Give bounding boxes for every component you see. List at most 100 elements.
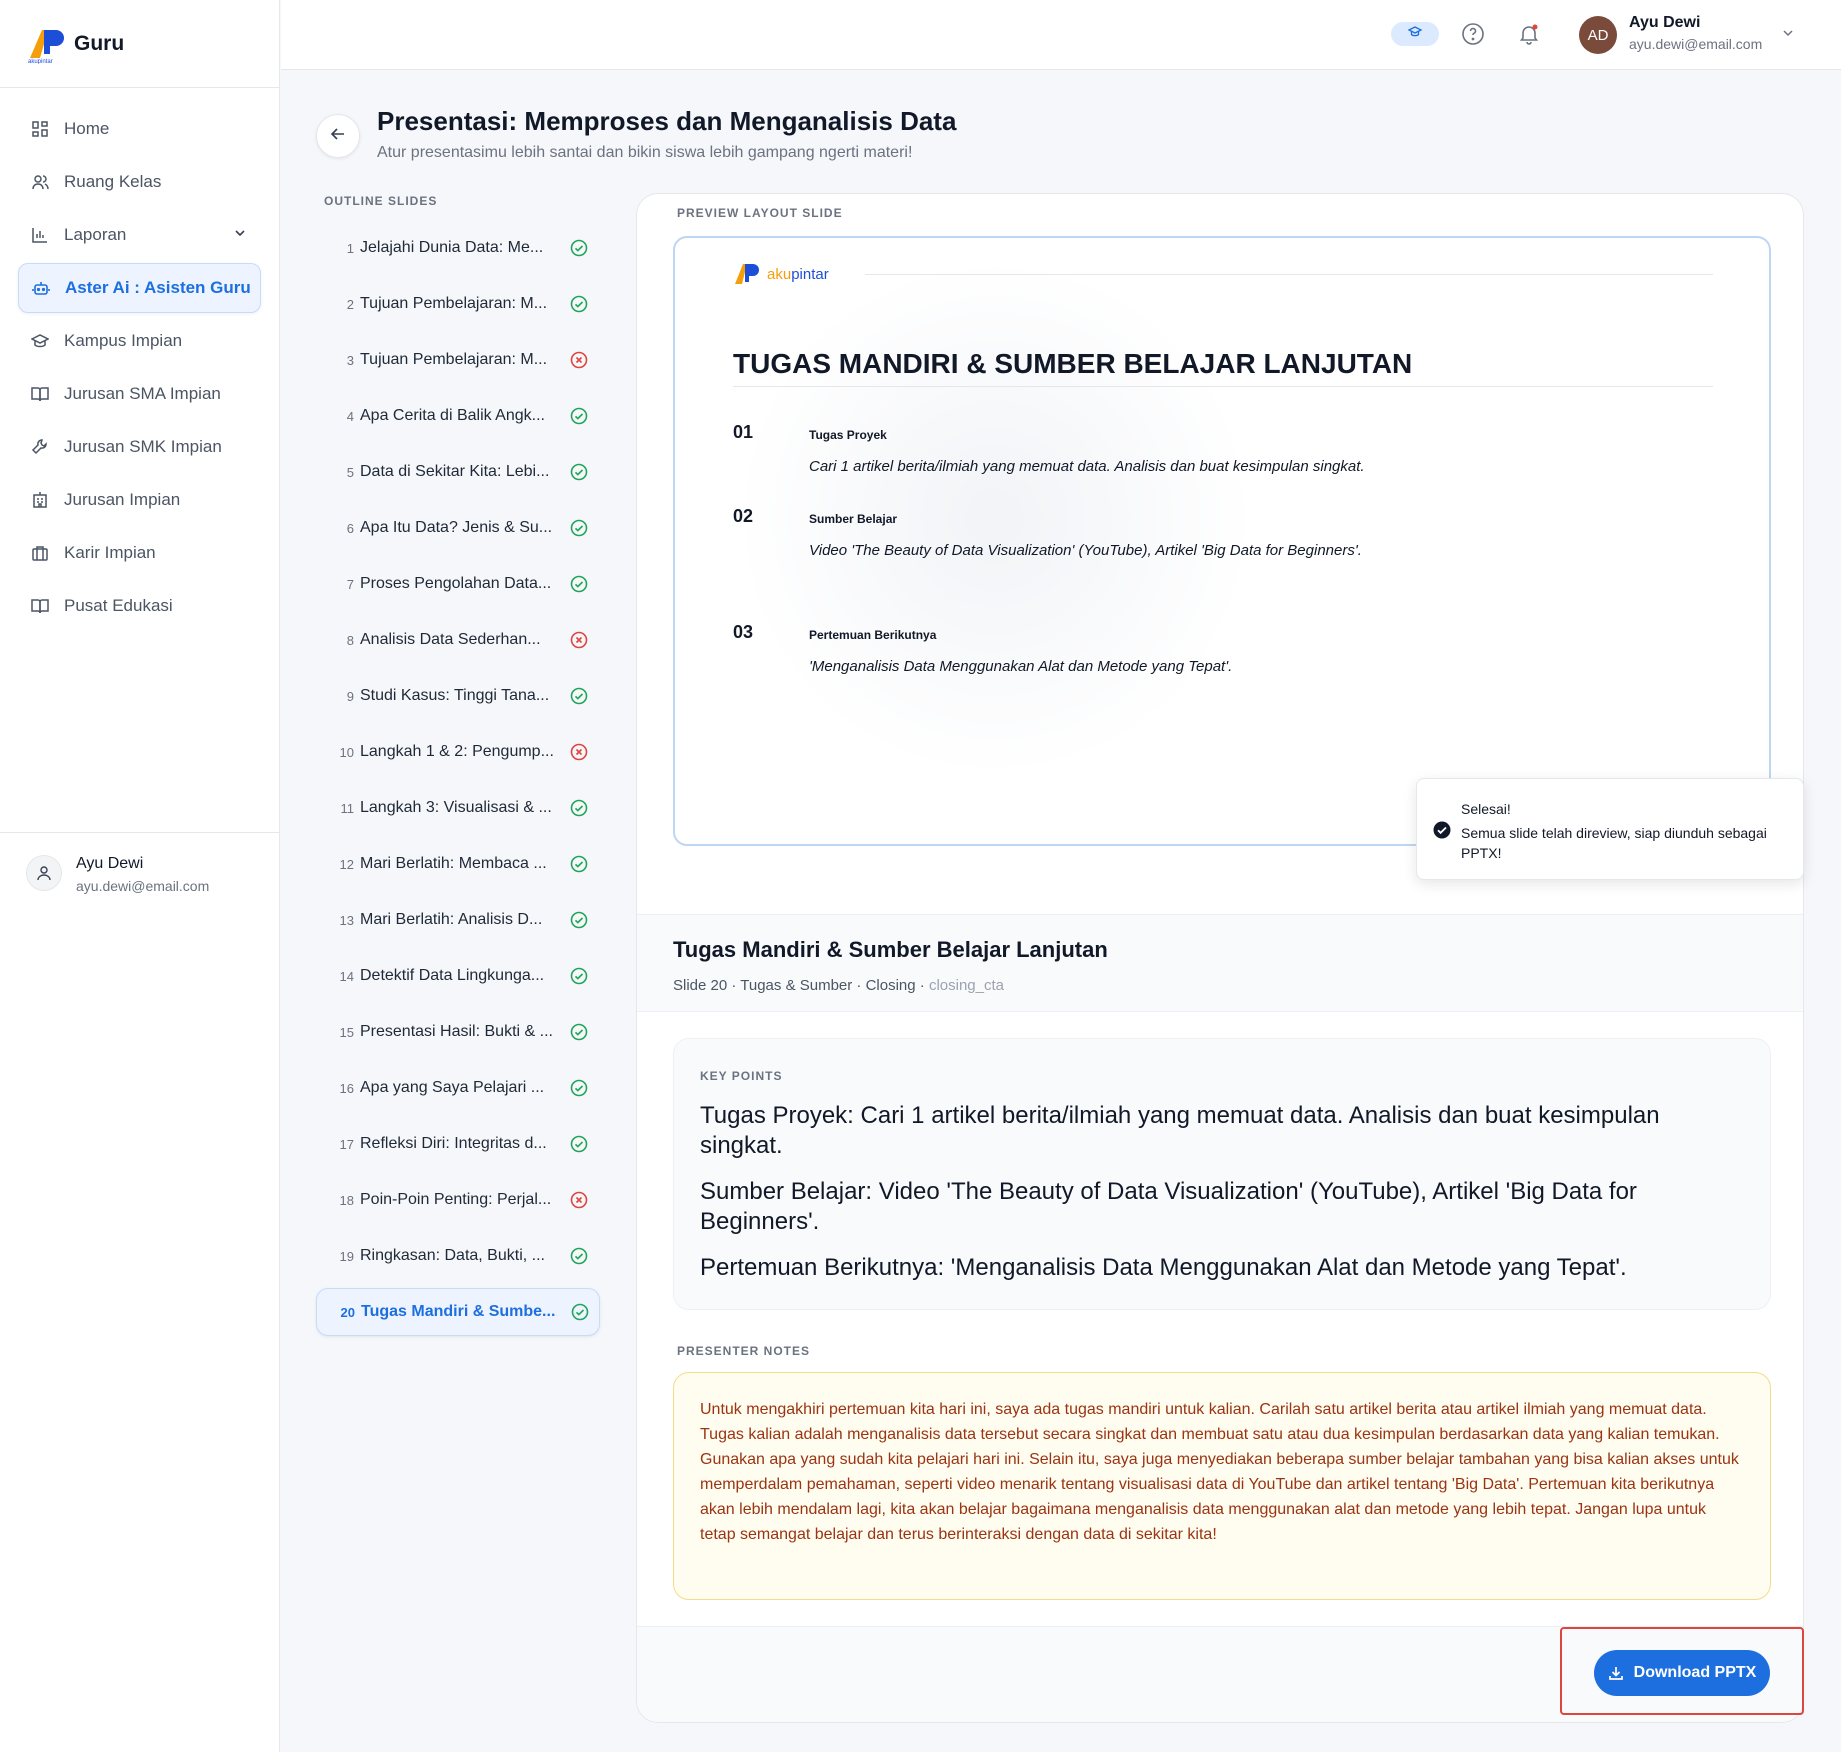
page-title: Presentasi: Memproses dan Menganalisis D… <box>377 106 957 136</box>
outline-item-number: 6 <box>346 520 354 536</box>
point-body: Video 'The Beauty of Data Visualization'… <box>809 542 1362 559</box>
outline-item-title: Tujuan Pembelajaran: M... <box>360 295 548 312</box>
presenter-notes-box[interactable]: Untuk mengakhiri pertemuan kita hari ini… <box>673 1372 1771 1600</box>
sidebar-item-jurusan-impian[interactable]: Jurusan Impian <box>18 475 261 525</box>
sidebar-user-email: ayu.dewi@email.com <box>76 878 210 894</box>
logo-text-aku: aku <box>767 265 792 283</box>
presenter-notes-label: PRESENTER NOTES <box>677 1344 811 1358</box>
outline-item-title: Ringkasan: Data, Bukti, ... <box>360 1247 545 1264</box>
outline-item[interactable]: 12 Mari Berlatih: Membaca ... <box>316 840 600 888</box>
check-circle-icon <box>570 967 588 985</box>
sidebar-item-laporan[interactable]: Laporan <box>18 210 261 260</box>
chevron-down-icon[interactable] <box>1781 26 1795 45</box>
outline-item[interactable]: 2 Tujuan Pembelajaran: M... <box>316 280 600 328</box>
brand[interactable]: akupintar Guru <box>0 0 279 88</box>
x-circle-icon <box>570 743 588 761</box>
x-circle-icon <box>570 351 588 369</box>
sidebar-item-pusat-edukasi[interactable]: Pusat Edukasi <box>18 581 261 631</box>
check-circle-icon <box>570 239 588 257</box>
check-circle-icon <box>570 519 588 537</box>
user-icon <box>26 855 62 891</box>
sidebar-user[interactable]: Ayu Dewi ayu.dewi@email.com <box>0 832 280 894</box>
outline-item[interactable]: 19 Ringkasan: Data, Bukti, ... <box>316 1232 600 1280</box>
outline-item[interactable]: 6 Apa Itu Data? Jenis & Su... <box>316 504 600 552</box>
outline-item[interactable]: 20 Tugas Mandiri & Sumbe... <box>316 1288 600 1336</box>
outline-item[interactable]: 3 Tujuan Pembelajaran: M... <box>316 336 600 384</box>
check-circle-icon <box>570 1247 588 1265</box>
outline-item-title: Jelajahi Dunia Data: Me... <box>360 239 544 256</box>
check-circle-icon <box>570 295 588 313</box>
outline-item[interactable]: 1 Jelajahi Dunia Data: Me... <box>316 224 600 272</box>
sidebar-item-aster-ai[interactable]: Aster Ai : Asisten Guru <box>18 263 261 313</box>
topbar-user[interactable]: Ayu Dewi ayu.dewi@email.com <box>1629 14 1762 52</box>
sidebar-item-label: Pusat Edukasi <box>64 596 173 615</box>
sidebar-item-label: Karir Impian <box>64 543 156 562</box>
sidebar-item-jurusan-smk[interactable]: Jurusan SMK Impian <box>18 422 261 472</box>
akupintar-logo: akupintar <box>26 24 66 65</box>
sidebar-item-home[interactable]: Home <box>18 104 261 154</box>
sidebar-item-label: Jurusan SMK Impian <box>64 437 222 456</box>
outline-item[interactable]: 15 Presentasi Hasil: Bukti & ... <box>316 1008 600 1056</box>
wrench-icon <box>30 437 50 457</box>
divider <box>865 274 1713 275</box>
outline-item-title: Studi Kasus: Tinggi Tana... <box>360 687 550 704</box>
key-point: Sumber Belajar: Video 'The Beauty of Dat… <box>700 1178 1637 1235</box>
outline-item[interactable]: 17 Refleksi Diri: Integritas d... <box>316 1120 600 1168</box>
chevron-down-icon[interactable] <box>233 225 247 245</box>
slide-title: TUGAS MANDIRI & SUMBER BELAJAR LANJUTAN <box>733 348 1413 379</box>
point-body: Cari 1 artikel berita/ilmiah yang memuat… <box>809 458 1365 475</box>
check-circle-icon <box>570 1135 588 1153</box>
point-number: 03 <box>733 622 754 642</box>
help-icon[interactable] <box>1461 22 1485 51</box>
outline-item-number: 20 <box>340 1304 355 1320</box>
outline-item-title: Langkah 1 & 2: Pengump... <box>360 743 554 760</box>
svg-text:akupintar: akupintar <box>28 59 53 64</box>
outline-item-number: 16 <box>339 1080 354 1096</box>
avatar[interactable]: AD <box>1579 16 1617 54</box>
outline-item[interactable]: 7 Proses Pengolahan Data... <box>316 560 600 608</box>
outline-item[interactable]: 10 Langkah 1 & 2: Pengump... <box>316 728 600 776</box>
check-circle-icon <box>570 799 588 817</box>
sidebar-item-label: Jurusan Impian <box>64 490 181 509</box>
sidebar-user-name: Ayu Dewi <box>76 855 144 872</box>
slide-info-title: Tugas Mandiri & Sumber Belajar Lanjutan <box>673 937 1108 962</box>
point-body: 'Menganalisis Data Menggunakan Alat dan … <box>809 658 1233 675</box>
toast-title: Selesai! <box>1461 801 1511 817</box>
bell-icon[interactable] <box>1517 22 1541 51</box>
check-circle-icon <box>570 911 588 929</box>
key-points-list: Tugas Proyek: Cari 1 artikel berita/ilmi… <box>700 1101 1730 1299</box>
check-circle-icon <box>570 463 588 481</box>
outline-item-number: 8 <box>346 632 354 648</box>
sidebar-item-kampus-impian[interactable]: Kampus Impian <box>18 316 261 366</box>
outline-item-number: 7 <box>346 576 354 592</box>
outline-item-number: 4 <box>346 408 354 424</box>
sidebar-item-ruang-kelas[interactable]: Ruang Kelas <box>18 157 261 207</box>
download-pptx-button[interactable]: Download PPTX <box>1594 1650 1770 1696</box>
outline-item-number: 12 <box>339 856 354 872</box>
check-circle-icon <box>1433 821 1451 844</box>
outline-item[interactable]: 4 Apa Cerita di Balik Angk... <box>316 392 600 440</box>
back-button[interactable] <box>316 114 360 158</box>
outline-item-title: Data di Sekitar Kita: Lebi... <box>360 463 550 480</box>
outline-item-number: 13 <box>339 912 354 928</box>
topbar: AD Ayu Dewi ayu.dewi@email.com <box>281 0 1841 70</box>
outline-item[interactable]: 8 Analisis Data Sederhan... <box>316 616 600 664</box>
point-number: 02 <box>733 506 754 526</box>
outline-item[interactable]: 13 Mari Berlatih: Analisis D... <box>316 896 600 944</box>
outline-item[interactable]: 18 Poin-Poin Penting: Perjal... <box>316 1176 600 1224</box>
sidebar-item-label: Jurusan SMA Impian <box>64 384 221 403</box>
outline-item-title: Poin-Poin Penting: Perjal... <box>360 1191 552 1208</box>
mode-toggle[interactable] <box>1391 22 1439 46</box>
book-icon <box>30 596 50 616</box>
outline-item[interactable]: 11 Langkah 3: Visualisasi & ... <box>316 784 600 832</box>
outline-item-number: 17 <box>339 1136 354 1152</box>
outline-item[interactable]: 14 Detektif Data Lingkunga... <box>316 952 600 1000</box>
sidebar-item-karir-impian[interactable]: Karir Impian <box>18 528 261 578</box>
outline-item-number: 3 <box>346 352 354 368</box>
outline-item[interactable]: 16 Apa yang Saya Pelajari ... <box>316 1064 600 1112</box>
sidebar-item-jurusan-sma[interactable]: Jurusan SMA Impian <box>18 369 261 419</box>
outline-item-number: 14 <box>339 968 354 984</box>
sidebar-item-label: Ruang Kelas <box>64 172 162 191</box>
outline-item[interactable]: 5 Data di Sekitar Kita: Lebi... <box>316 448 600 496</box>
outline-item[interactable]: 9 Studi Kasus: Tinggi Tana... <box>316 672 600 720</box>
